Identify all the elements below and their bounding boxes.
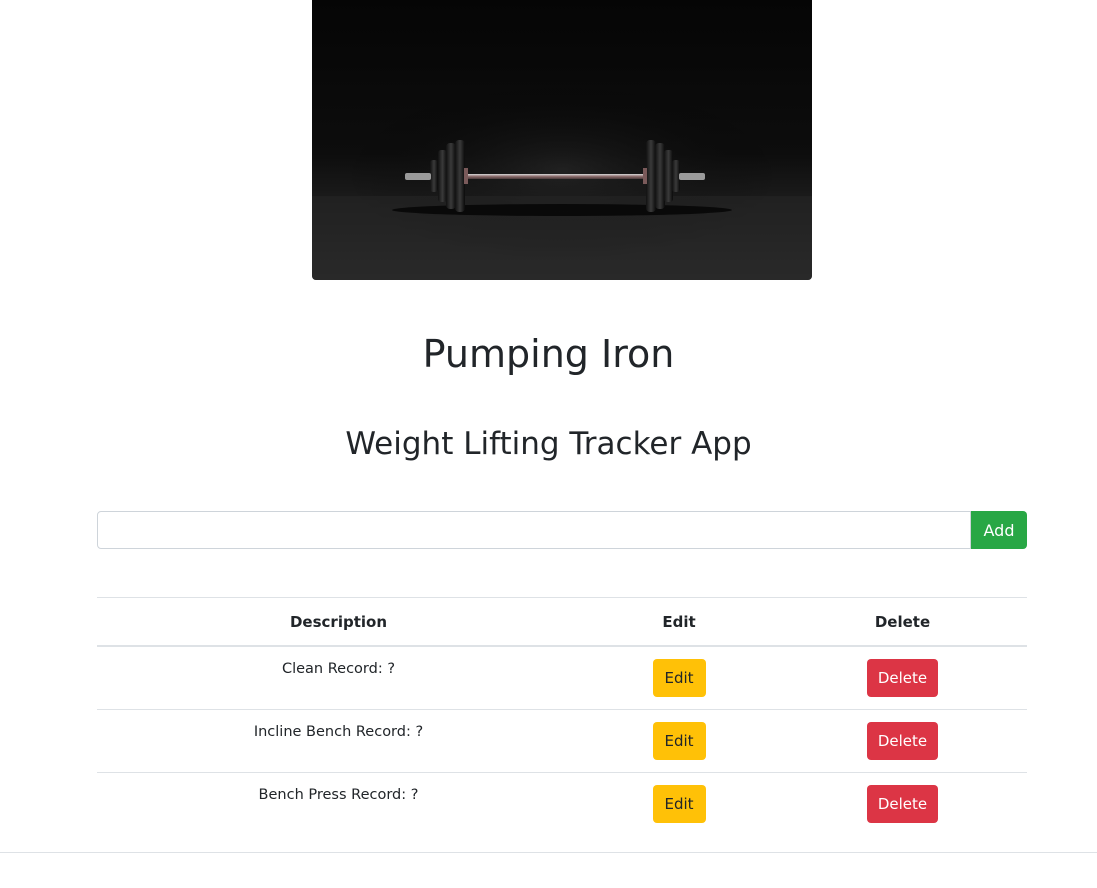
- table-header-row: Description Edit Delete: [97, 597, 1027, 647]
- barbell-photo: [312, 0, 812, 280]
- record-input[interactable]: [97, 511, 971, 549]
- table-row: Clean Record: ? Edit Delete: [97, 646, 1027, 710]
- column-header-edit: Edit: [580, 597, 778, 647]
- edit-button[interactable]: Edit: [652, 659, 706, 697]
- records-table: Description Edit Delete Clean Record: ? …: [97, 597, 1027, 835]
- delete-button[interactable]: Delete: [867, 722, 938, 760]
- edit-button[interactable]: Edit: [652, 722, 706, 760]
- page-title: Pumping Iron: [422, 332, 675, 376]
- column-header-delete: Delete: [778, 597, 1027, 647]
- footer-divider: [0, 852, 1097, 853]
- page: Pumping Iron Weight Lifting Tracker App …: [0, 0, 1097, 888]
- delete-button[interactable]: Delete: [867, 785, 938, 823]
- table-row: Incline Bench Record: ? Edit Delete: [97, 709, 1027, 773]
- add-button[interactable]: Add: [971, 511, 1027, 549]
- edit-button[interactable]: Edit: [652, 785, 706, 823]
- page-subtitle: Weight Lifting Tracker App: [345, 426, 752, 462]
- hero-image: [312, 0, 812, 280]
- table-row: Bench Press Record: ? Edit Delete: [97, 773, 1027, 836]
- delete-button[interactable]: Delete: [867, 659, 938, 697]
- record-description: Clean Record: ?: [97, 646, 580, 710]
- record-description: Incline Bench Record: ?: [97, 709, 580, 773]
- column-header-description: Description: [97, 597, 580, 647]
- add-record-form: Add: [97, 511, 1027, 549]
- record-description: Bench Press Record: ?: [258, 787, 419, 803]
